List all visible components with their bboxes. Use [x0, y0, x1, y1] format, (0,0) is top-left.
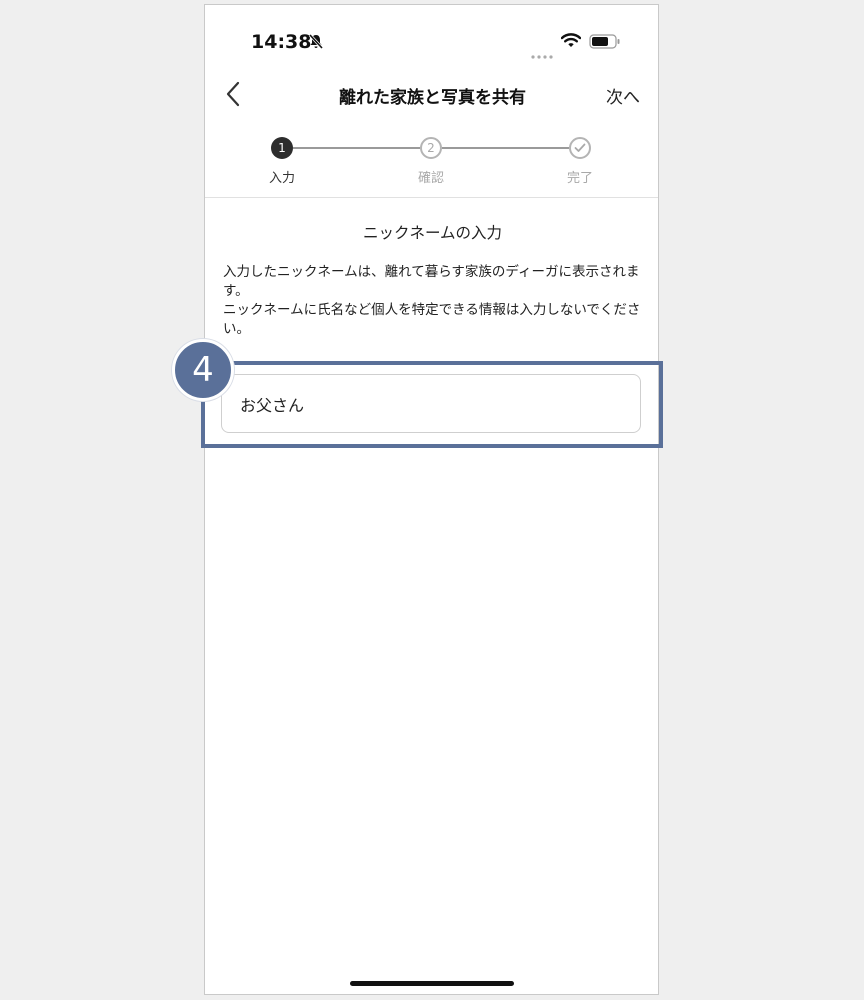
checkmark-icon	[574, 143, 586, 152]
bell-muted-icon	[308, 33, 324, 54]
step-number-badge: 4	[172, 339, 234, 401]
page-title: 離れた家族と写真を共有	[339, 88, 526, 108]
step-3-label: 完了	[566, 171, 593, 186]
description-line: ニックネームに氏名など個人を特定できる情報は入力しないでください。	[223, 302, 641, 337]
nickname-input[interactable]: お父さん	[221, 374, 641, 433]
home-indicator[interactable]	[350, 981, 514, 986]
wifi-icon	[560, 33, 582, 52]
step-1-label: 入力	[268, 171, 295, 186]
nickname-value: お父さん	[240, 395, 305, 415]
description: 入力したニックネームは、離れて暮らす家族のディーガに表示されます。 ニックネーム…	[223, 263, 653, 339]
step-3-indicator	[569, 137, 591, 159]
description-line: 入力したニックネームは、離れて暮らす家族のディーガに表示されます。	[223, 264, 640, 299]
battery-icon	[589, 34, 621, 53]
signal-dots-icon	[531, 44, 553, 63]
step-2-indicator: 2	[420, 137, 442, 159]
step-1-indicator: 1	[271, 137, 293, 159]
step-2-label: 確認	[417, 171, 444, 186]
stepper-line	[293, 147, 420, 149]
status-time: 14:38	[251, 31, 312, 53]
phone-screen: 14:38 離れた家族と写真を共有 次へ 1 2 入力 確認 完了 ニックネーム…	[172, 4, 663, 995]
section-title: ニックネームの入力	[362, 224, 503, 242]
divider	[205, 197, 658, 198]
stepper-line	[442, 147, 569, 149]
next-button[interactable]: 次へ	[606, 83, 640, 108]
